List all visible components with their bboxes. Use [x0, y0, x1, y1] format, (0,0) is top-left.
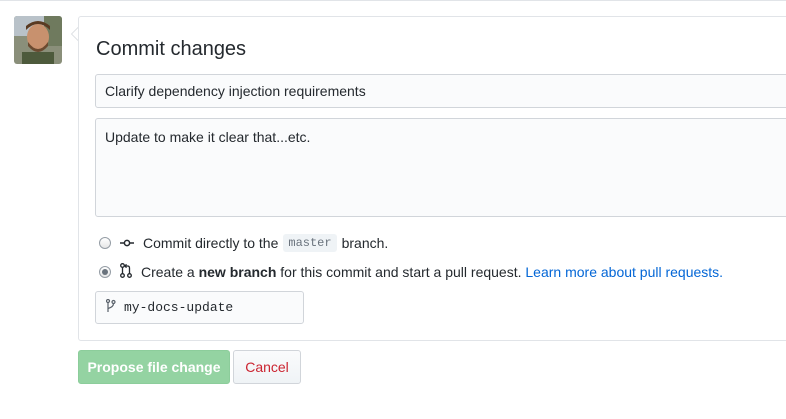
cancel-button[interactable]: Cancel [233, 350, 301, 384]
new-branch-option[interactable]: Create a new branch for this commit and … [99, 263, 723, 281]
commit-description-textarea[interactable]: Update to make it clear that...etc. [95, 118, 786, 217]
new-branch-emphasis: new branch [198, 264, 277, 280]
git-pull-request-icon [120, 263, 132, 281]
avatar[interactable] [14, 16, 62, 64]
commit-heading: Commit changes [96, 38, 247, 60]
commit-direct-suffix: branch. [341, 235, 389, 251]
git-commit-icon [120, 235, 134, 251]
commit-summary-input[interactable] [95, 74, 786, 108]
commit-direct-radio[interactable] [99, 237, 111, 249]
new-branch-radio[interactable] [99, 266, 111, 278]
top-divider [0, 0, 786, 1]
new-branch-prefix: Create a [141, 264, 195, 280]
commit-direct-prefix: Commit directly to the [143, 235, 279, 251]
commit-direct-option[interactable]: Commit directly to the master branch. [99, 234, 388, 252]
branch-name-field[interactable] [95, 291, 304, 324]
avatar-image [14, 16, 62, 64]
learn-more-pull-requests-link[interactable]: Learn more about pull requests. [525, 264, 723, 280]
propose-file-change-button[interactable]: Propose file change [78, 350, 230, 384]
branch-name-input[interactable] [124, 300, 284, 315]
new-branch-middle: for this commit and start a pull request… [280, 264, 522, 280]
master-branch-label: master [283, 234, 337, 252]
git-branch-icon [105, 298, 116, 317]
